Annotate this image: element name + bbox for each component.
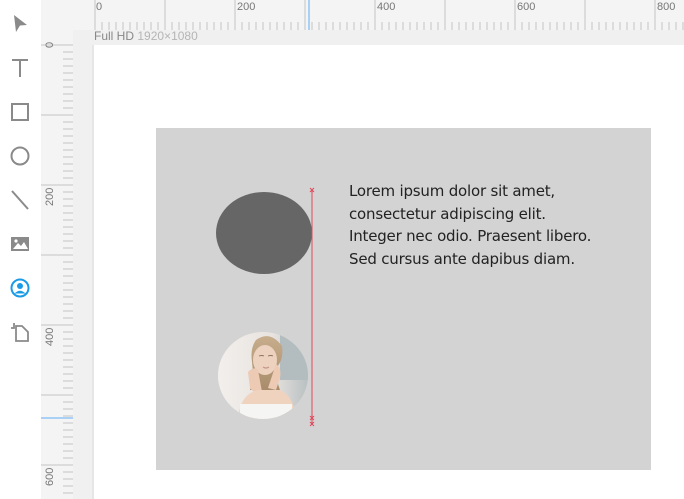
artboard-label[interactable]: Full HD 1920×1080 <box>94 30 198 42</box>
pointer-icon[interactable] <box>6 10 34 38</box>
ruler-position-marker <box>308 0 310 30</box>
text-line: Integer nec odio. Praesent libero. <box>349 227 592 245</box>
alignment-guide <box>309 187 315 427</box>
line-tool-icon[interactable] <box>6 186 34 214</box>
ruler-label-v0: 0 <box>44 41 56 48</box>
avatar-tool-icon[interactable] <box>6 274 34 302</box>
artboard-dimensions: 1920×1080 <box>137 30 198 43</box>
ellipse-tool-icon[interactable] <box>6 142 34 170</box>
image-tool-icon[interactable] <box>6 230 34 258</box>
ruler-label-v400: 400 <box>44 327 56 346</box>
ruler-corner <box>41 0 73 30</box>
text-tool-icon[interactable] <box>6 54 34 82</box>
artboard-name: Full HD <box>94 30 135 43</box>
text-line: consectetur adipiscing elit. <box>349 204 546 223</box>
artboard-edge <box>92 45 94 499</box>
ruler-label-400: 400 <box>377 1 396 13</box>
ruler-label-v600: 600 <box>44 467 56 486</box>
ruler-label-0: 0 <box>96 1 103 13</box>
vertical-ruler[interactable]: 0 200 400 600 <box>41 30 73 499</box>
artboard-tool-icon[interactable] <box>6 318 34 346</box>
horizontal-ruler[interactable]: 0 200 400 600 800 <box>73 0 684 30</box>
text-line: Sed cursus ante dapibus diam. <box>349 249 575 268</box>
ruler-label-200: 200 <box>237 1 256 13</box>
text-line: Lorem ipsum dolor sit amet, <box>349 182 555 200</box>
avatar-photo[interactable] <box>218 332 308 419</box>
ruler-label-800: 800 <box>657 1 676 13</box>
ruler-label-600: 600 <box>517 1 536 13</box>
rectangle-tool-icon[interactable] <box>6 98 34 126</box>
woman-portrait-image <box>218 332 308 419</box>
tool-palette <box>0 0 41 499</box>
ruler-position-marker-v <box>41 417 73 419</box>
text-block[interactable]: Lorem ipsum dolor sit amet, consectetur … <box>349 180 629 270</box>
dark-ellipse[interactable] <box>216 192 312 274</box>
ruler-label-v200: 200 <box>44 187 56 206</box>
